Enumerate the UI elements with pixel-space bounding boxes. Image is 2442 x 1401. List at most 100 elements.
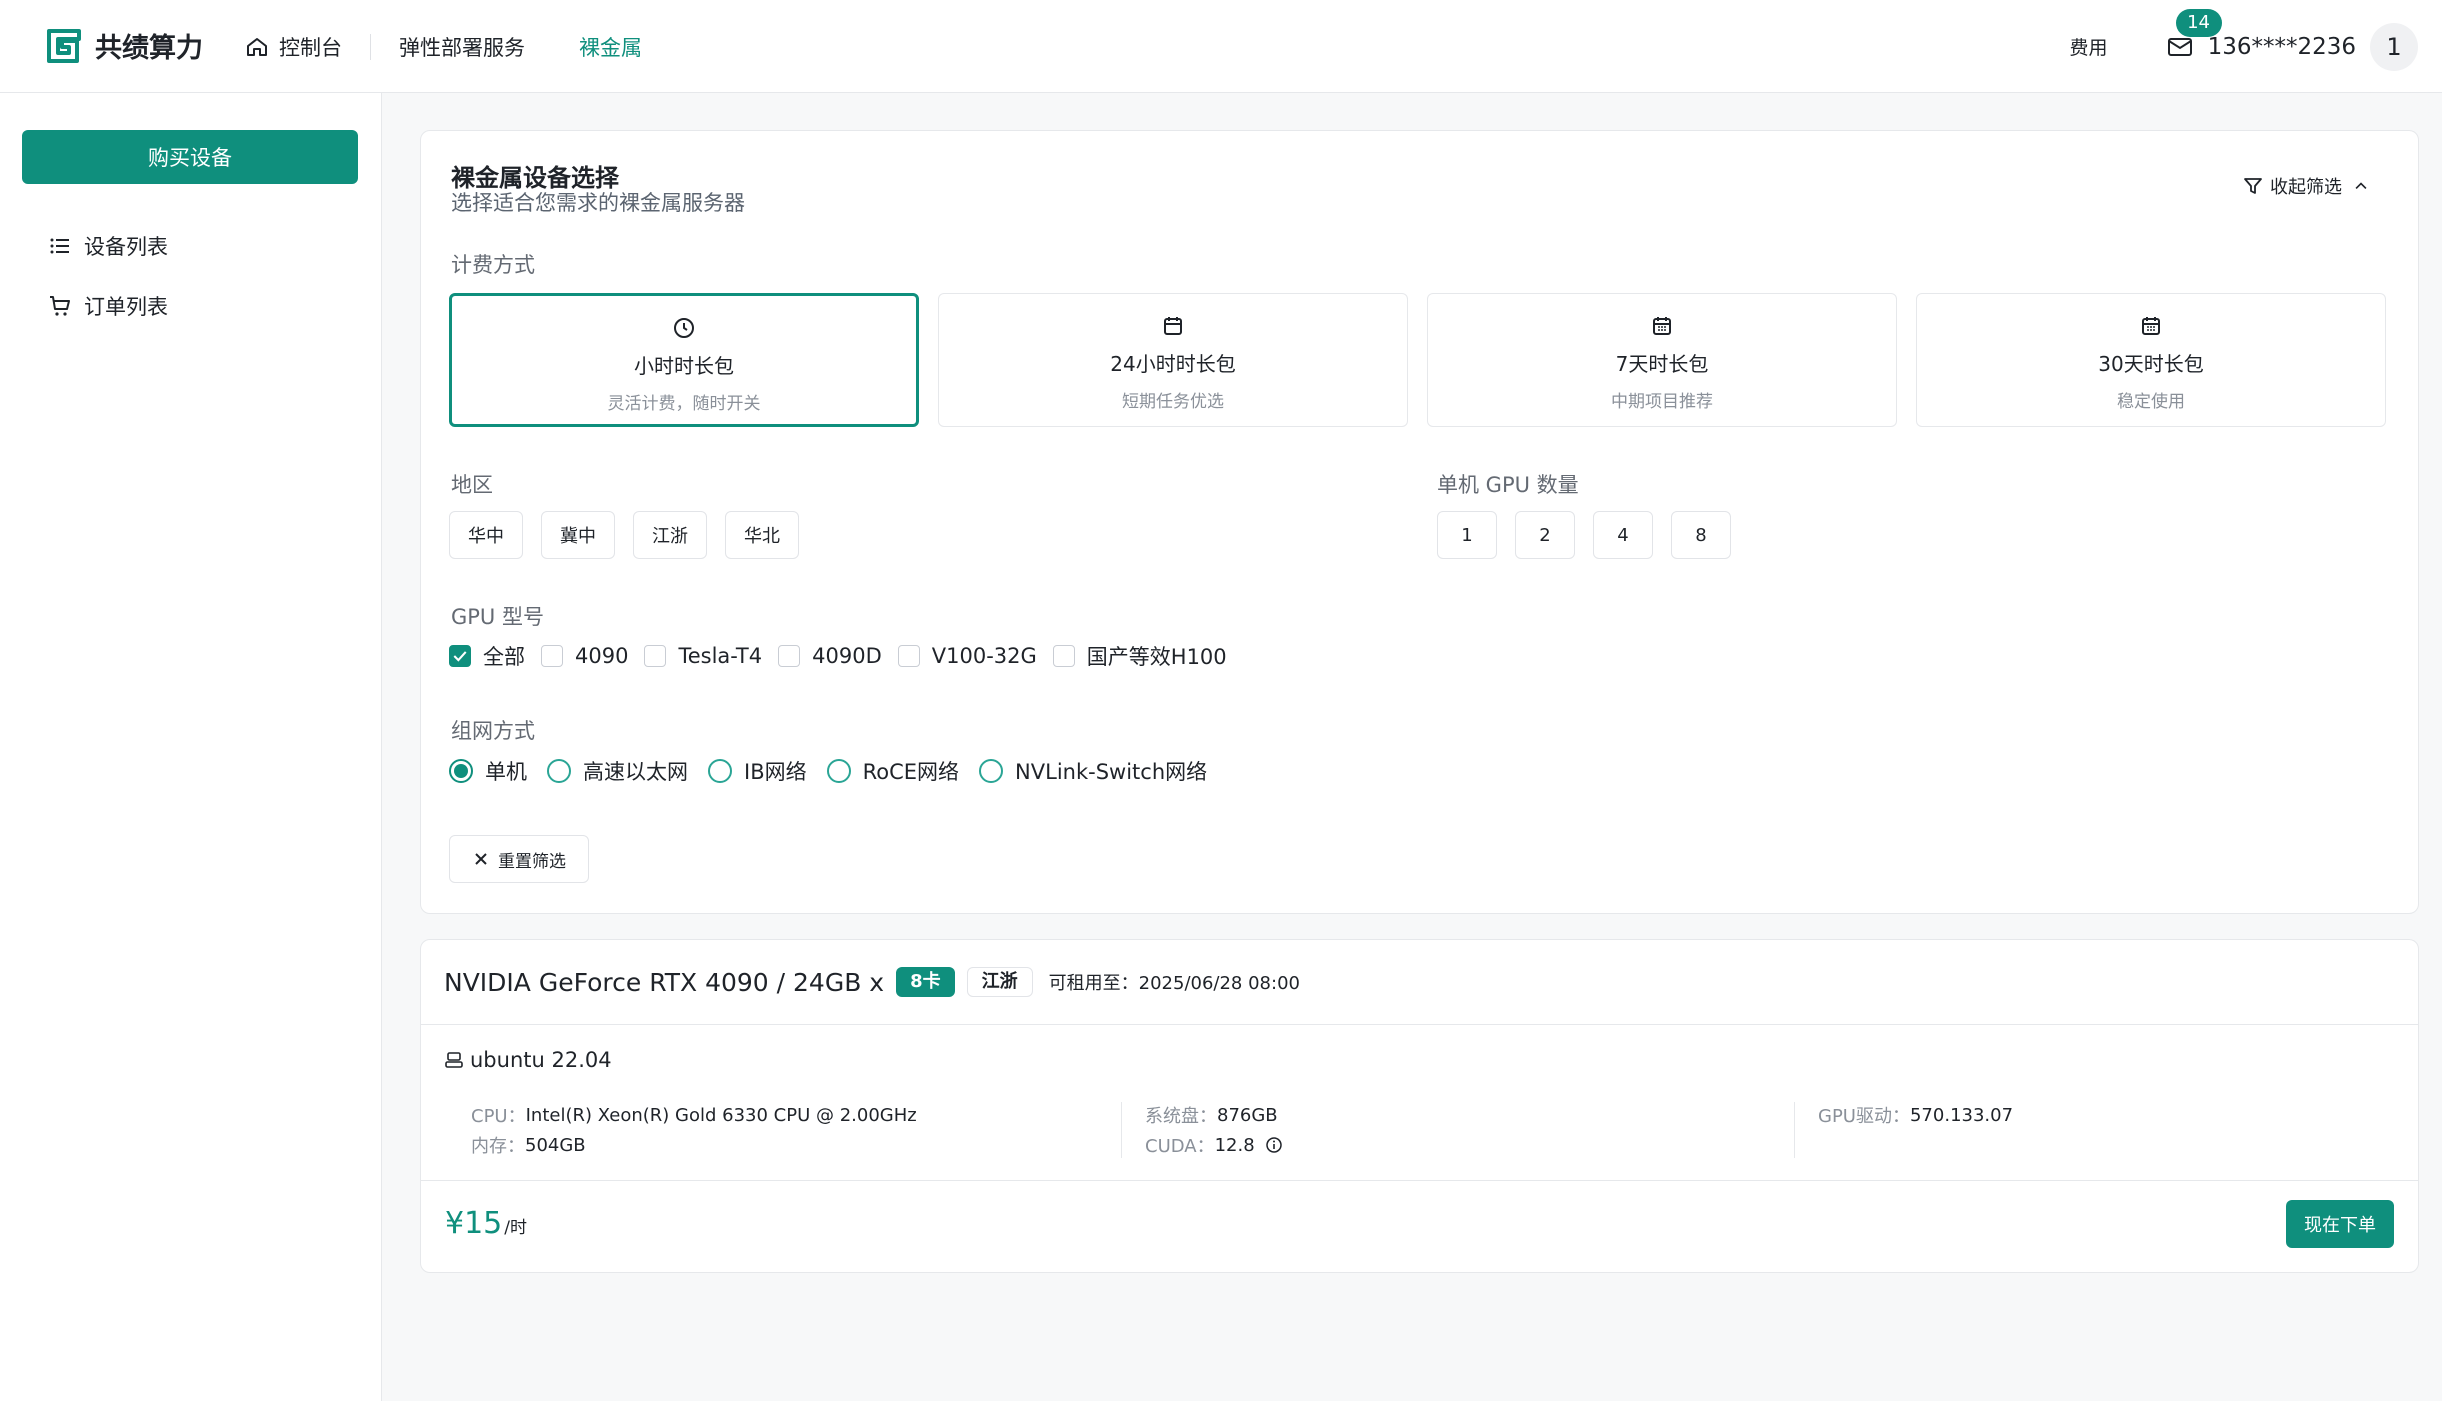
reset-filter-button[interactable]: 重置筛选 [449, 835, 589, 883]
memory-key: 内存： [471, 1136, 525, 1157]
chevron-up-icon [2355, 182, 2367, 190]
gpu-count-chip[interactable]: 1 [1437, 511, 1497, 559]
network-radio[interactable] [708, 759, 732, 783]
region-chip[interactable]: 江浙 [633, 511, 707, 559]
user-area: 费用 14 136****2236 1 [2070, 0, 2418, 93]
calendar-grid-icon [1653, 317, 1671, 335]
gpu-model-option-label: 4090D [812, 644, 882, 668]
device-card: NVIDIA GeForce RTX 4090 / 24GB x 8卡 江浙 可… [420, 939, 2419, 1273]
gpu-count-chip[interactable]: 2 [1515, 511, 1575, 559]
region-chip[interactable]: 华北 [725, 511, 799, 559]
info-icon[interactable] [1265, 1136, 1283, 1154]
cpu-value: Intel(R) Xeon(R) Gold 6330 CPU @ 2.00GHz [525, 1104, 917, 1126]
spec-column-driver: GPU驱动： 570.133.07 [1818, 1100, 2013, 1130]
available-until: 可租用至：2025/06/28 08:00 [1048, 973, 1300, 994]
gpu-count-label: 单机 GPU 数量 [1437, 473, 1579, 497]
collapse-label: 收起筛选 [2270, 177, 2342, 198]
spec-divider [1121, 1102, 1122, 1158]
gpu-model-option-label: V100-32G [931, 644, 1037, 668]
nav-baremetal[interactable]: 裸金属 [579, 32, 642, 62]
billing-option-hourly[interactable]: 小时时长包 灵活计费，随时开关 [449, 293, 919, 427]
sidebar: 购买设备 设备列表 订单列表 [0, 93, 382, 1401]
os-info: ubuntu 22.04 [444, 1048, 612, 1072]
price: ¥15 /时 [445, 1206, 527, 1241]
server-icon [445, 1052, 463, 1068]
gpu-model-checkbox[interactable] [541, 645, 563, 667]
network-option-label: NVLink-Switch网络 [1015, 760, 1208, 784]
region-label: 地区 [451, 473, 493, 497]
home-icon [247, 37, 267, 56]
mail-button[interactable]: 14 [2166, 8, 2222, 61]
billing-option-30d[interactable]: 30天时长包 稳定使用 [1916, 293, 2386, 427]
gpu-model-checkbox[interactable] [897, 645, 920, 667]
network-option-label: IB网络 [744, 760, 807, 784]
gpu-model-options: 全部 4090 Tesla-T4 4090D V100-32G 国产等效H100 [449, 641, 1243, 671]
memory-value: 504GB [525, 1134, 586, 1156]
device-name: NVIDIA GeForce RTX 4090 / 24GB x [444, 967, 885, 997]
billing-option-subtitle: 稳定使用 [2117, 392, 2185, 412]
user-phone[interactable]: 136****2236 [2208, 34, 2356, 60]
billing-option-title: 小时时长包 [634, 354, 734, 378]
spec-column-disk: 系统盘： 876GB CUDA： 12.8 [1145, 1100, 1283, 1160]
network-option-label: 高速以太网 [583, 760, 688, 784]
brand-name: 共绩算力 [95, 33, 203, 64]
nav-console[interactable]: 控制台 [245, 32, 342, 62]
panel-subtitle: 选择适合您需求的裸金属服务器 [451, 191, 745, 215]
spec-divider [1794, 1102, 1795, 1158]
gpu-count-chip[interactable]: 8 [1671, 511, 1731, 559]
gpu-model-checkbox[interactable] [644, 645, 667, 667]
sidebar-item-order-list[interactable]: 订单列表 [48, 291, 168, 321]
billing-option-7d[interactable]: 7天时长包 中期项目推荐 [1427, 293, 1897, 427]
device-card-header: NVIDIA GeForce RTX 4090 / 24GB x 8卡 江浙 可… [421, 940, 2418, 1025]
network-option-label: RoCE网络 [862, 760, 960, 784]
sidebar-item-device-list[interactable]: 设备列表 [48, 231, 168, 261]
cpu-key: CPU： [471, 1106, 526, 1127]
gpu-model-option-label: 4090 [575, 644, 629, 668]
network-radio[interactable] [449, 759, 473, 783]
region-chip[interactable]: 华中 [449, 511, 523, 559]
billing-label: 计费方式 [451, 253, 535, 277]
gpu-model-option-label: 全部 [483, 645, 525, 669]
fee-link[interactable]: 费用 [2070, 33, 2108, 60]
gpu-model-option-label: Tesla-T4 [678, 644, 763, 668]
gpu-model-label: GPU 型号 [451, 605, 544, 629]
driver-key: GPU驱动： [1818, 1106, 1910, 1127]
nav-elastic-deploy[interactable]: 弹性部署服务 [399, 32, 525, 62]
network-radio[interactable] [979, 759, 1004, 783]
sidebar-item-label: 设备列表 [84, 235, 168, 259]
billing-option-title: 7天时长包 [1615, 352, 1709, 376]
billing-option-24h[interactable]: 24小时时长包 短期任务优选 [938, 293, 1408, 427]
top-navbar: 共绩算力 控制台 弹性部署服务 裸金属 费用 14 136****2236 1 [0, 0, 2442, 93]
billing-option-subtitle: 短期任务优选 [1122, 392, 1224, 412]
region-chip[interactable]: 冀中 [541, 511, 615, 559]
billing-option-subtitle: 中期项目推荐 [1611, 392, 1713, 412]
gpu-model-checkbox[interactable] [1052, 645, 1075, 667]
buy-device-button[interactable]: 购买设备 [22, 130, 358, 184]
avatar[interactable]: 1 [2370, 22, 2418, 71]
collapse-filter-button[interactable]: 收起筛选 [2242, 173, 2370, 199]
clock-icon [674, 318, 694, 338]
driver-value: 570.133.07 [1909, 1104, 2014, 1126]
list-icon [50, 238, 69, 254]
network-option-label: 单机 [485, 760, 527, 784]
os-name: ubuntu 22.04 [470, 1048, 612, 1072]
region-badge: 江浙 [966, 967, 1033, 997]
network-radio[interactable] [826, 759, 851, 783]
network-radio[interactable] [547, 759, 571, 783]
mail-count-badge: 14 [2175, 8, 2222, 37]
cart-icon [50, 296, 70, 316]
gpu-count-badge: 8卡 [896, 967, 955, 997]
sidebar-item-label: 订单列表 [84, 295, 168, 319]
reset-filter-label: 重置筛选 [498, 851, 566, 872]
gpu-count-chip[interactable]: 4 [1593, 511, 1653, 559]
disk-value: 876GB [1217, 1104, 1278, 1126]
filter-panel: 裸金属设备选择 选择适合您需求的裸金属服务器 收起筛选 计费方式 小时时长包 灵… [420, 130, 2419, 914]
brand-logo[interactable]: 共绩算力 [45, 26, 203, 65]
spec-column-cpu: CPU： Intel(R) Xeon(R) Gold 6330 CPU @ 2.0… [471, 1100, 917, 1160]
gpu-model-checkbox[interactable] [449, 645, 471, 667]
main-nav: 控制台 弹性部署服务 裸金属 [245, 0, 642, 93]
filter-icon [2244, 178, 2262, 194]
order-now-button[interactable]: 现在下单 [2286, 1200, 2394, 1248]
cuda-value: 12.8 [1214, 1134, 1255, 1156]
gpu-model-checkbox[interactable] [778, 645, 801, 667]
